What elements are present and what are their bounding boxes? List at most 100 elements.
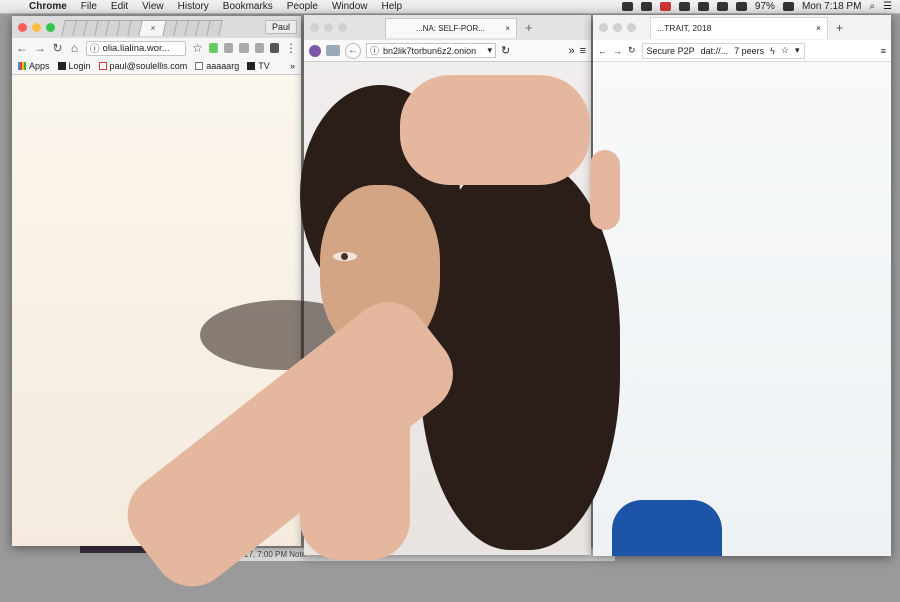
- chrome-toolbar: ← → ↻ ⌂ ⓘ olia.lialina.wor... ☆ ⋮: [12, 38, 301, 58]
- address-text: dat://...: [700, 45, 729, 56]
- address-text: bn2lik7torbun6z2.onion: [383, 45, 477, 56]
- clock[interactable]: Mon 7:18 PM: [802, 1, 861, 12]
- gmail-icon: [98, 62, 107, 70]
- new-tab-button[interactable]: +: [525, 20, 533, 35]
- bluetooth-icon[interactable]: [697, 2, 709, 11]
- hamburger-menu-icon[interactable]: ≡: [580, 45, 586, 57]
- minimize-window-button[interactable]: [324, 23, 333, 32]
- beaker-toolbar: ← → ↻ Secure P2P dat://... 7 peers ϟ ☆ ▾…: [593, 40, 891, 62]
- zoom-window-button[interactable]: [338, 23, 347, 32]
- bookmark-aaaaarg[interactable]: aaaaarg: [195, 61, 239, 71]
- screen-icon[interactable]: [678, 2, 690, 11]
- tab-close-icon[interactable]: ×: [149, 23, 156, 33]
- menu-history[interactable]: History: [171, 1, 216, 12]
- spotlight-icon[interactable]: ⌕: [869, 1, 875, 12]
- zoom-window-button[interactable]: [46, 22, 55, 32]
- menu-window[interactable]: Window: [325, 1, 375, 12]
- dropdown-icon[interactable]: ▾: [795, 45, 800, 56]
- info-icon[interactable]: ⓘ: [90, 42, 100, 55]
- minimize-window-button[interactable]: [613, 23, 622, 32]
- back-icon[interactable]: ←: [598, 46, 607, 56]
- chrome-tab-strip: × Paul: [12, 16, 301, 38]
- back-icon[interactable]: ←: [16, 41, 28, 55]
- minimize-window-button[interactable]: [32, 22, 41, 32]
- tab-title: ...NA: SELF-POR...: [416, 23, 485, 33]
- menu-help[interactable]: Help: [375, 1, 410, 12]
- close-window-button[interactable]: [18, 22, 27, 32]
- address-bar[interactable]: Secure P2P dat://... 7 peers ϟ ☆ ▾: [641, 42, 805, 59]
- zoom-window-button[interactable]: [627, 23, 636, 32]
- chrome-window: × Paul ← → ↻ ⌂ ⓘ olia.lialina.wor... ☆ ⋮…: [12, 16, 301, 546]
- apps-grid-icon: [18, 62, 26, 70]
- forward-icon[interactable]: →: [34, 41, 46, 55]
- close-window-button[interactable]: [599, 23, 608, 32]
- bookmark-label: aaaaarg: [206, 61, 240, 71]
- bookmark-apps[interactable]: Apps: [18, 61, 50, 71]
- notification-center-icon[interactable]: ☰: [883, 1, 892, 12]
- battery-icon[interactable]: [782, 2, 794, 11]
- wifi-icon[interactable]: [735, 2, 747, 11]
- info-icon[interactable]: ⓘ: [370, 44, 379, 57]
- home-icon[interactable]: ⌂: [69, 41, 80, 55]
- window-controls: [599, 23, 636, 32]
- extension-icon[interactable]: [239, 43, 249, 53]
- reload-icon[interactable]: ↻: [501, 44, 510, 57]
- address-bar[interactable]: ⓘ olia.lialina.wor...: [86, 40, 187, 56]
- profile-button[interactable]: Paul: [264, 20, 297, 34]
- menu-view[interactable]: View: [135, 1, 171, 12]
- shield-extension-icon[interactable]: [269, 43, 279, 53]
- dropbox-icon[interactable]: [621, 2, 633, 11]
- volume-icon[interactable]: [716, 2, 728, 11]
- bookmarks-bar: Apps Login paul@soulellis.com aaaaarg TV…: [12, 58, 301, 75]
- desktop-background-strip: [80, 545, 200, 553]
- chrome-menu-icon[interactable]: ⋮: [285, 41, 297, 55]
- beaker-tab-active[interactable]: ...TRAIT, 2018 ×: [650, 16, 828, 39]
- bookmark-login[interactable]: Login: [57, 61, 91, 71]
- tor-tab-active[interactable]: ...NA: SELF-POR... ×: [385, 17, 517, 38]
- reload-icon[interactable]: ↻: [52, 41, 63, 55]
- forward-icon[interactable]: →: [613, 46, 622, 56]
- favicon-icon: [57, 62, 66, 70]
- chrome-tab[interactable]: [206, 20, 223, 36]
- chrome-tabs: ×: [61, 18, 223, 36]
- dropdown-icon[interactable]: ▾: [487, 45, 492, 56]
- extension-icon[interactable]: [224, 43, 234, 53]
- evernote-extension-icon[interactable]: [209, 43, 219, 53]
- lightning-icon[interactable]: ϟ: [770, 46, 775, 56]
- window-controls: [310, 23, 347, 32]
- bookmark-star-icon[interactable]: ☆: [781, 45, 789, 56]
- bookmark-gmail[interactable]: paul@soulellis.com: [98, 61, 187, 71]
- tab-close-icon[interactable]: ×: [816, 23, 821, 33]
- reload-icon[interactable]: ↻: [628, 45, 636, 56]
- close-window-button[interactable]: [310, 23, 319, 32]
- tor-page-content: [304, 62, 591, 555]
- secure-p2p-badge[interactable]: Secure P2P: [647, 46, 695, 56]
- menu-file[interactable]: File: [74, 1, 104, 12]
- peers-count[interactable]: 7 peers: [734, 46, 764, 56]
- hamburger-menu-icon[interactable]: ≡: [881, 46, 886, 56]
- back-icon[interactable]: ←: [345, 42, 361, 59]
- battery-percent: 97%: [754, 1, 775, 12]
- chrome-page-content: [12, 75, 301, 546]
- menu-app-name[interactable]: Chrome: [22, 1, 74, 12]
- bookmark-label: TV: [258, 61, 270, 71]
- new-tab-button[interactable]: +: [836, 21, 843, 35]
- status-area: 97% Mon 7:18 PM ⌕ ☰: [621, 1, 900, 12]
- overflow-button[interactable]: »: [568, 45, 574, 57]
- bookmark-star-icon[interactable]: ☆: [192, 41, 203, 55]
- chat-icon[interactable]: [640, 2, 652, 11]
- extension-icon[interactable]: [254, 43, 264, 53]
- beaker-tab-strip: ...TRAIT, 2018 × +: [593, 15, 891, 40]
- tor-onion-icon[interactable]: [309, 44, 321, 57]
- bookmarks-overflow-button[interactable]: »: [290, 61, 295, 71]
- beaker-browser-window: ...TRAIT, 2018 × + ← → ↻ Secure P2P dat:…: [593, 15, 891, 556]
- menu-bookmarks[interactable]: Bookmarks: [216, 1, 280, 12]
- bookmark-tv[interactable]: TV: [247, 61, 270, 71]
- security-shield-icon[interactable]: [326, 45, 340, 56]
- menu-people[interactable]: People: [280, 1, 325, 12]
- tab-close-icon[interactable]: ×: [505, 24, 510, 33]
- address-bar[interactable]: ⓘ bn2lik7torbun6z2.onion ▾: [366, 43, 496, 58]
- menu-edit[interactable]: Edit: [104, 1, 135, 12]
- tor-tab-strip: ...NA: SELF-POR... × +: [304, 15, 591, 40]
- creative-cloud-icon[interactable]: [659, 2, 671, 11]
